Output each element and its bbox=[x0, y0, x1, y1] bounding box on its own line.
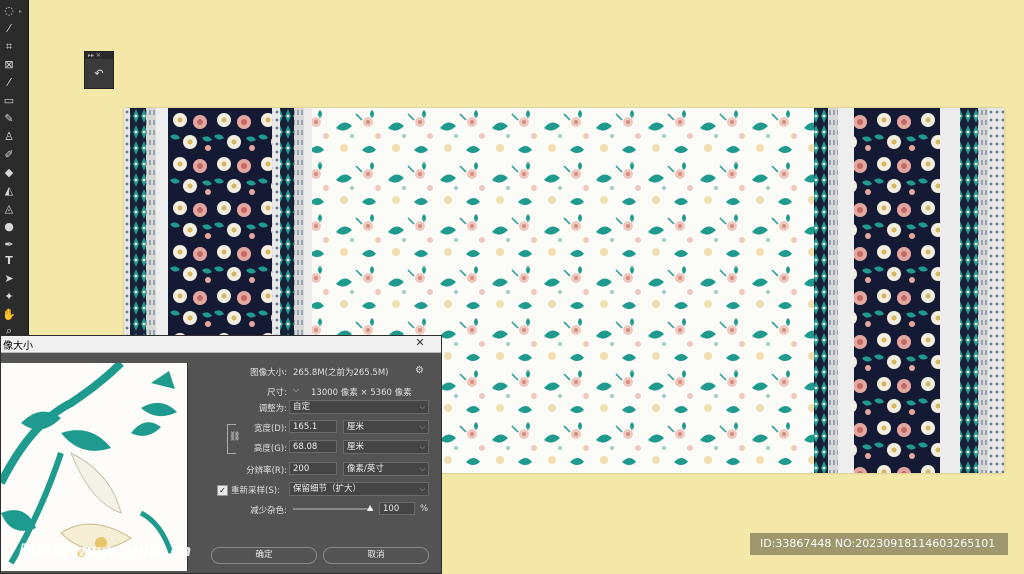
chevron-down-icon: ⌵ bbox=[419, 423, 425, 431]
mini-panel: ▸▸ ✕ ↶ bbox=[84, 51, 114, 89]
ok-button[interactable]: 确定 bbox=[211, 547, 317, 564]
height-label: 高度(G): bbox=[253, 444, 287, 454]
noise-slider-thumb[interactable]: ▲ bbox=[367, 503, 373, 512]
gear-icon[interactable]: ⚙ bbox=[415, 365, 424, 376]
history-brush-icon[interactable]: ✐ bbox=[2, 148, 16, 162]
noise-slider-track[interactable] bbox=[293, 508, 373, 510]
chevron-down-icon[interactable]: ⌵ bbox=[293, 385, 299, 395]
history-icon[interactable]: ↶ bbox=[92, 67, 106, 81]
height-field[interactable]: 68.08 bbox=[289, 440, 337, 453]
resample-checkbox[interactable]: ✓ bbox=[217, 485, 228, 496]
width-field[interactable]: 165.1 bbox=[289, 420, 337, 433]
type-icon[interactable]: T bbox=[2, 254, 16, 268]
height-unit-value: 厘米 bbox=[347, 442, 365, 452]
dimensions-value: 13000 像素 × 5360 像素 bbox=[311, 388, 412, 398]
resolution-label: 分辨率(R): bbox=[246, 466, 287, 476]
chevron-down-icon: ⌵ bbox=[419, 485, 425, 493]
frame-icon[interactable]: ⊠ bbox=[2, 58, 16, 72]
resample-label: 重新采样(S): bbox=[231, 486, 280, 496]
chevron-down-icon: ⌵ bbox=[419, 443, 425, 451]
resample-value: 保留细节（扩大） bbox=[293, 484, 362, 494]
lasso-icon[interactable]: ◌ bbox=[2, 4, 16, 18]
dodge-icon[interactable]: ● bbox=[2, 220, 16, 234]
fit-to-label: 调整为: bbox=[258, 404, 287, 414]
dimensions-label: 尺寸: bbox=[267, 388, 287, 398]
close-icon[interactable]: ✕ bbox=[413, 336, 427, 350]
chevron-down-icon: ⌵ bbox=[419, 465, 425, 473]
chevron-down-icon: ⌵ bbox=[419, 403, 425, 411]
noise-field[interactable]: 100 bbox=[379, 502, 415, 515]
height-unit-select[interactable]: 厘米 ⌵ bbox=[343, 440, 429, 454]
tools-panel: ◌ ▸ ⁄ ⌗ ⊠ ⁄ ▭ ✎ ♙ ✐ ◆ ◭ ◬ ● ✒ T ➤ ✦ ✋ ⌕ bbox=[0, 0, 29, 340]
resolution-field[interactable]: 200 bbox=[289, 462, 337, 475]
crop-icon[interactable]: ⌗ bbox=[2, 40, 16, 54]
stamp-icon[interactable]: ♙ bbox=[2, 130, 16, 144]
width-label: 宽度(D): bbox=[253, 424, 287, 434]
width-unit-value: 厘米 bbox=[347, 422, 365, 432]
fit-to-select[interactable]: 自定 ⌵ bbox=[289, 400, 429, 414]
resolution-unit-select[interactable]: 像素/英寸 ⌵ bbox=[343, 462, 429, 476]
eraser-icon[interactable]: ◆ bbox=[2, 166, 16, 180]
id-badge: ID:33867448 NO:20230918114603265101 bbox=[750, 533, 1008, 555]
pen-icon[interactable]: ✒ bbox=[2, 238, 16, 252]
quick-select-icon[interactable]: ⁄ bbox=[2, 22, 16, 36]
brush-icon[interactable]: ✎ bbox=[2, 112, 16, 126]
blur-icon[interactable]: ◬ bbox=[2, 202, 16, 216]
tool-flyout-icon: ▸ bbox=[19, 8, 23, 15]
path-select-icon[interactable]: ➤ bbox=[2, 272, 16, 286]
resample-select[interactable]: 保留细节（扩大） ⌵ bbox=[289, 482, 429, 496]
fit-to-value: 自定 bbox=[293, 402, 311, 412]
hand-icon[interactable]: ✋ bbox=[2, 308, 16, 322]
width-unit-select[interactable]: 厘米 ⌵ bbox=[343, 420, 429, 434]
image-size-label: 图像大小: bbox=[250, 368, 287, 378]
shape-icon[interactable]: ✦ bbox=[2, 290, 16, 304]
cancel-button[interactable]: 取消 bbox=[323, 547, 429, 564]
noise-unit: % bbox=[420, 504, 429, 514]
dialog-title: 像大小 bbox=[3, 341, 33, 352]
watermark: 昵享网 www.nipic.cn bbox=[18, 541, 192, 560]
dialog-title-bar[interactable]: 像大小 ✕ bbox=[1, 336, 441, 353]
healing-icon[interactable]: ▭ bbox=[2, 94, 16, 108]
resolution-unit-value: 像素/英寸 bbox=[347, 464, 384, 474]
mini-panel-header[interactable]: ▸▸ ✕ bbox=[85, 52, 113, 59]
image-size-value: 265.8M(之前为265.5M) bbox=[293, 368, 389, 378]
eyedropper-icon[interactable]: ⁄ bbox=[2, 76, 16, 90]
reduce-noise-label: 减少杂色: bbox=[250, 506, 287, 516]
gradient-icon[interactable]: ◭ bbox=[2, 184, 16, 198]
